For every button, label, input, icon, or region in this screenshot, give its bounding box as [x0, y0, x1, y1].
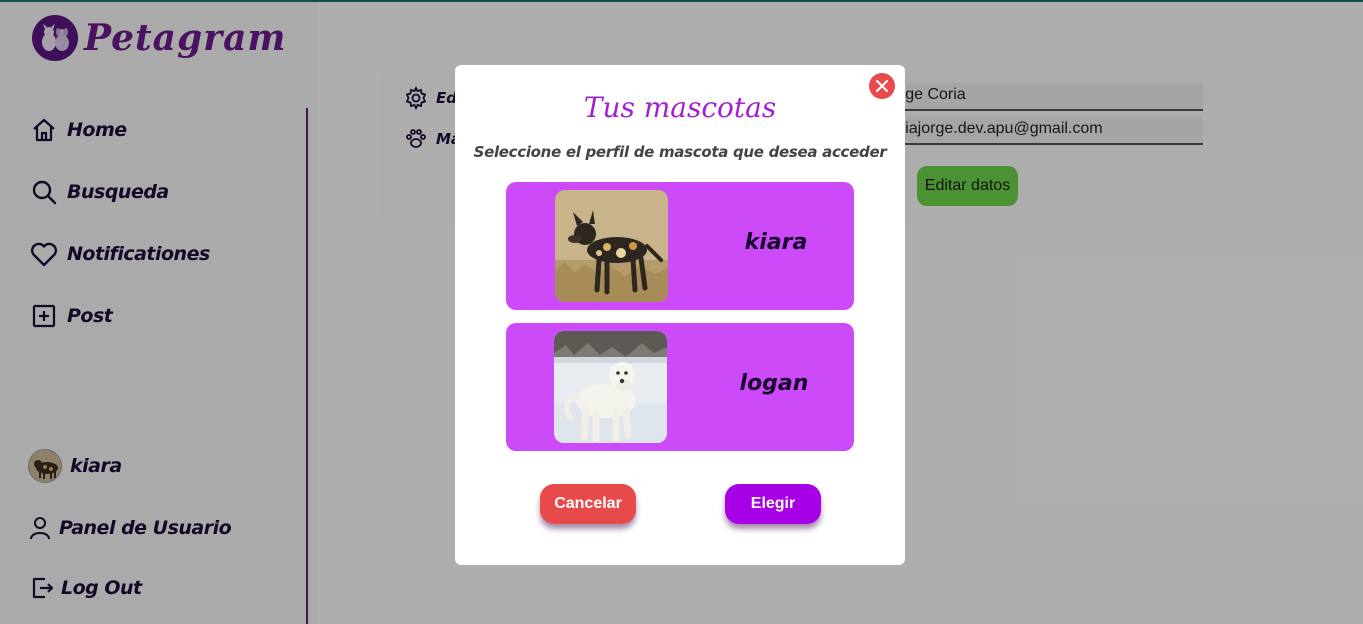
pet-card-logan[interactable]: logan [506, 323, 854, 451]
pet-name-logan: logan [739, 371, 809, 396]
white-dog-in-snow-photo [554, 331, 667, 443]
african-wild-dog-photo [555, 190, 668, 302]
modal-title: Tus mascotas [583, 91, 777, 124]
modal-subtitle: Seleccione el perfil de mascota que dese… [473, 143, 887, 161]
choose-button[interactable]: Elegir [725, 484, 821, 524]
pet-card-kiara[interactable]: kiara [506, 182, 854, 310]
pet-name-kiara: kiara [744, 230, 808, 255]
cancel-button[interactable]: Cancelar [540, 484, 636, 524]
pets-modal: Tus mascotas Seleccione el perfil de mas… [455, 65, 905, 565]
